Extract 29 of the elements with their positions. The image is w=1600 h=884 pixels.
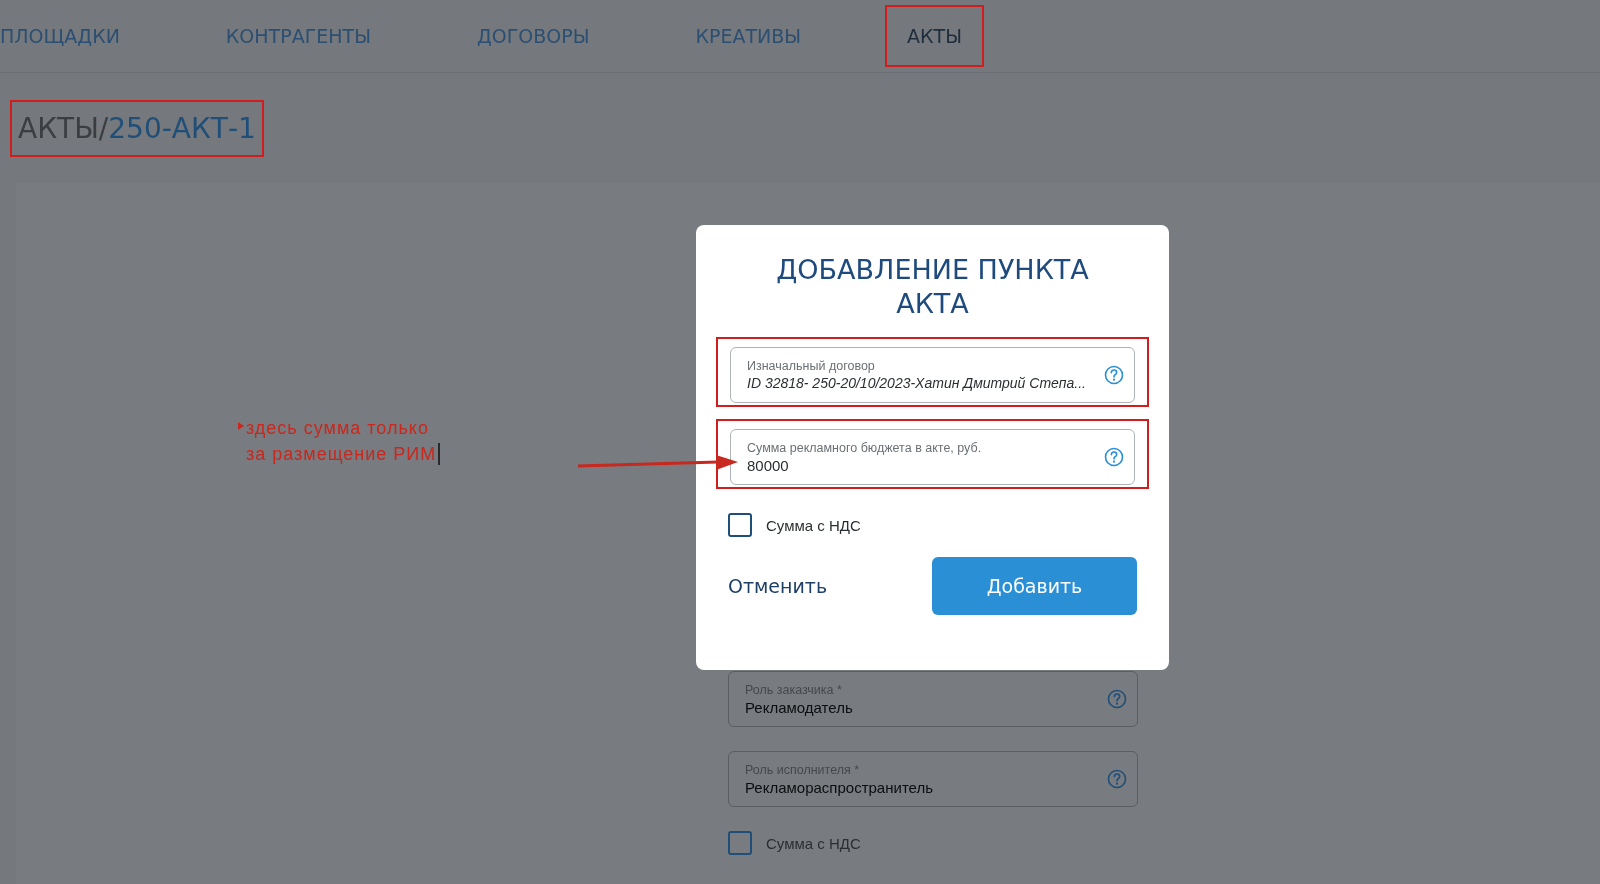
help-icon[interactable] xyxy=(1104,447,1124,467)
field-label: Сумма рекламного бюджета в акте, руб. xyxy=(747,440,983,455)
input-field[interactable]: Изначальный договор ID 32818- 250-20/10/2023-Хатин Дмитрий Степа... xyxy=(730,347,1135,403)
nav-tab[interactable]: ДОГОВОРЫ xyxy=(454,5,612,67)
checkbox[interactable] xyxy=(728,513,752,537)
field-value: Рекламодатель xyxy=(745,698,854,716)
field-value: 80000 xyxy=(747,456,790,474)
nav-tab[interactable]: ПЛОЩАДКИ xyxy=(0,5,142,67)
field-label: Изначальный договор xyxy=(747,359,876,373)
breadcrumb: АКТЫ/250-АКТ-1 xyxy=(10,99,264,157)
text-cursor xyxy=(438,443,441,465)
checkbox-label: Сумма с НДС xyxy=(766,834,861,852)
cancel-button[interactable]: Отменить xyxy=(728,575,828,597)
checkbox[interactable] xyxy=(728,831,752,855)
dialog-title: ДОБАВЛЕНИЕ ПУНКТА АКТА xyxy=(775,253,1090,321)
annotation-text: здесь сумма только xyxy=(246,417,429,440)
checkbox-label: Сумма с НДС xyxy=(766,516,861,534)
input-field[interactable]: Сумма рекламного бюджета в акте, руб. 80000 xyxy=(730,429,1135,485)
help-icon[interactable] xyxy=(1104,365,1124,385)
nav-tab[interactable]: КОНТРАГЕНТЫ xyxy=(203,5,393,67)
bullet-icon xyxy=(238,422,244,430)
field-value: Рекламораспространитель xyxy=(745,778,934,796)
help-icon[interactable] xyxy=(1107,689,1127,709)
field-value: ID 32818- 250-20/10/2023-Хатин Дмитрий Степа... xyxy=(747,375,1087,391)
nav-tab[interactable]: КРЕАТИВЫ xyxy=(673,5,824,67)
nav-tab[interactable]: АКТЫ xyxy=(885,5,984,67)
annotation-text: за размещение РИМ xyxy=(246,443,437,466)
add-button[interactable]: Добавить xyxy=(932,557,1137,615)
help-icon[interactable] xyxy=(1107,769,1127,789)
